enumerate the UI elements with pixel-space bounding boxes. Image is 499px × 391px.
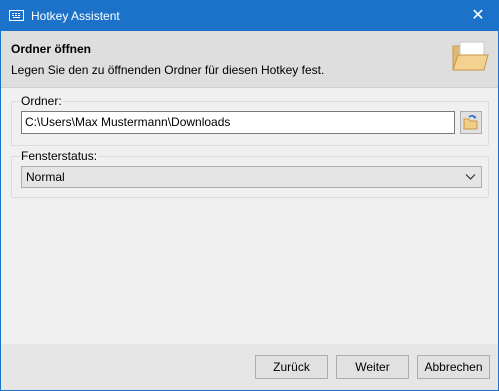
back-button[interactable]: Zurück <box>255 355 328 379</box>
folder-label: Ordner: <box>20 94 63 108</box>
page-description: Legen Sie den zu öffnenden Ordner für di… <box>11 63 325 77</box>
window-title: Hotkey Assistent <box>31 9 120 23</box>
wizard-header: Ordner öffnen Legen Sie den zu öffnenden… <box>1 31 498 88</box>
folder-group: Ordner: C:\Users\Max Mustermann\Download… <box>11 94 489 146</box>
window-state-group: Fensterstatus: Normal <box>11 149 489 198</box>
button-bar: Zurück Weiter Abbrechen <box>1 344 498 390</box>
folder-open-icon <box>452 41 489 71</box>
folder-path-input[interactable]: C:\Users\Max Mustermann\Downloads <box>21 111 455 134</box>
window-state-value: Normal <box>26 170 65 184</box>
close-icon[interactable]: ✕ <box>458 1 498 31</box>
browse-folder-icon <box>463 114 478 130</box>
next-button[interactable]: Weiter <box>336 355 409 379</box>
window-state-label: Fensterstatus: <box>20 149 99 163</box>
hotkey-assistant-window: Hotkey Assistent ✕ Ordner öffnen Legen S… <box>0 0 499 391</box>
chevron-down-icon <box>465 174 476 180</box>
keyboard-icon <box>9 10 24 21</box>
browse-folder-button[interactable] <box>460 111 482 134</box>
page-title: Ordner öffnen <box>11 42 91 56</box>
cancel-button[interactable]: Abbrechen <box>417 355 490 379</box>
window-state-select[interactable]: Normal <box>21 166 482 188</box>
title-bar[interactable]: Hotkey Assistent ✕ <box>1 1 498 31</box>
